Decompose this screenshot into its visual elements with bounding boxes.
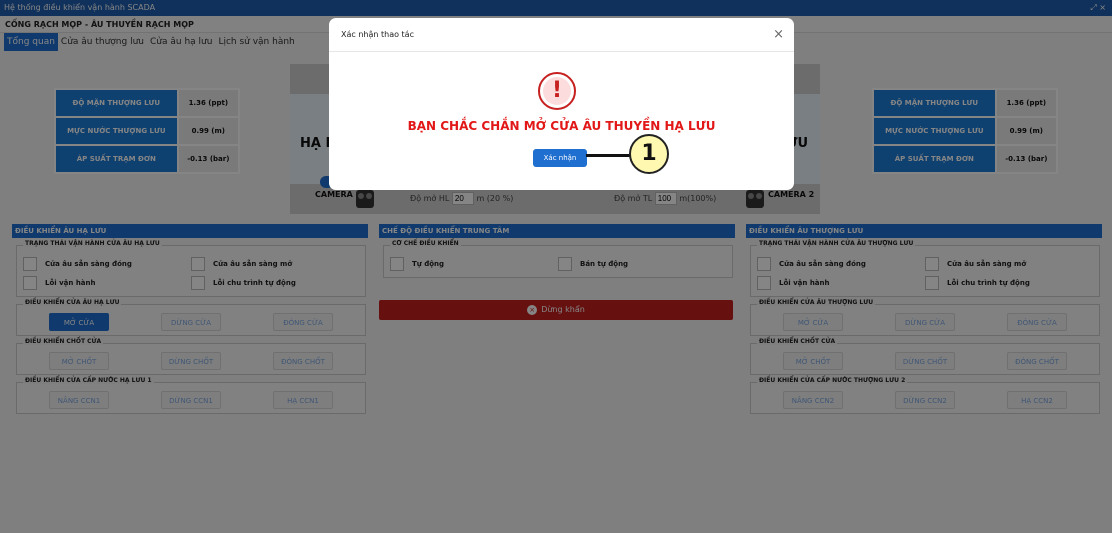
exclamation-glyph: ! — [551, 78, 563, 103]
confirm-dialog: Xác nhận thao tác × ! BẠN CHẮC CHẮN MỞ C… — [329, 18, 794, 190]
callout-marker: 1 — [629, 134, 669, 174]
close-icon[interactable]: × — [773, 18, 784, 52]
confirm-button[interactable]: Xác nhận — [533, 149, 587, 167]
dialog-title: Xác nhận thao tác — [341, 30, 414, 39]
callout-pointer — [586, 154, 630, 157]
dialog-header: Xác nhận thao tác × — [329, 18, 794, 52]
confirm-message: BẠN CHẮC CHẮN MỞ CỬA ÂU THUYỀN HẠ LƯU — [407, 119, 716, 133]
exclamation-icon: ! — [538, 72, 576, 110]
